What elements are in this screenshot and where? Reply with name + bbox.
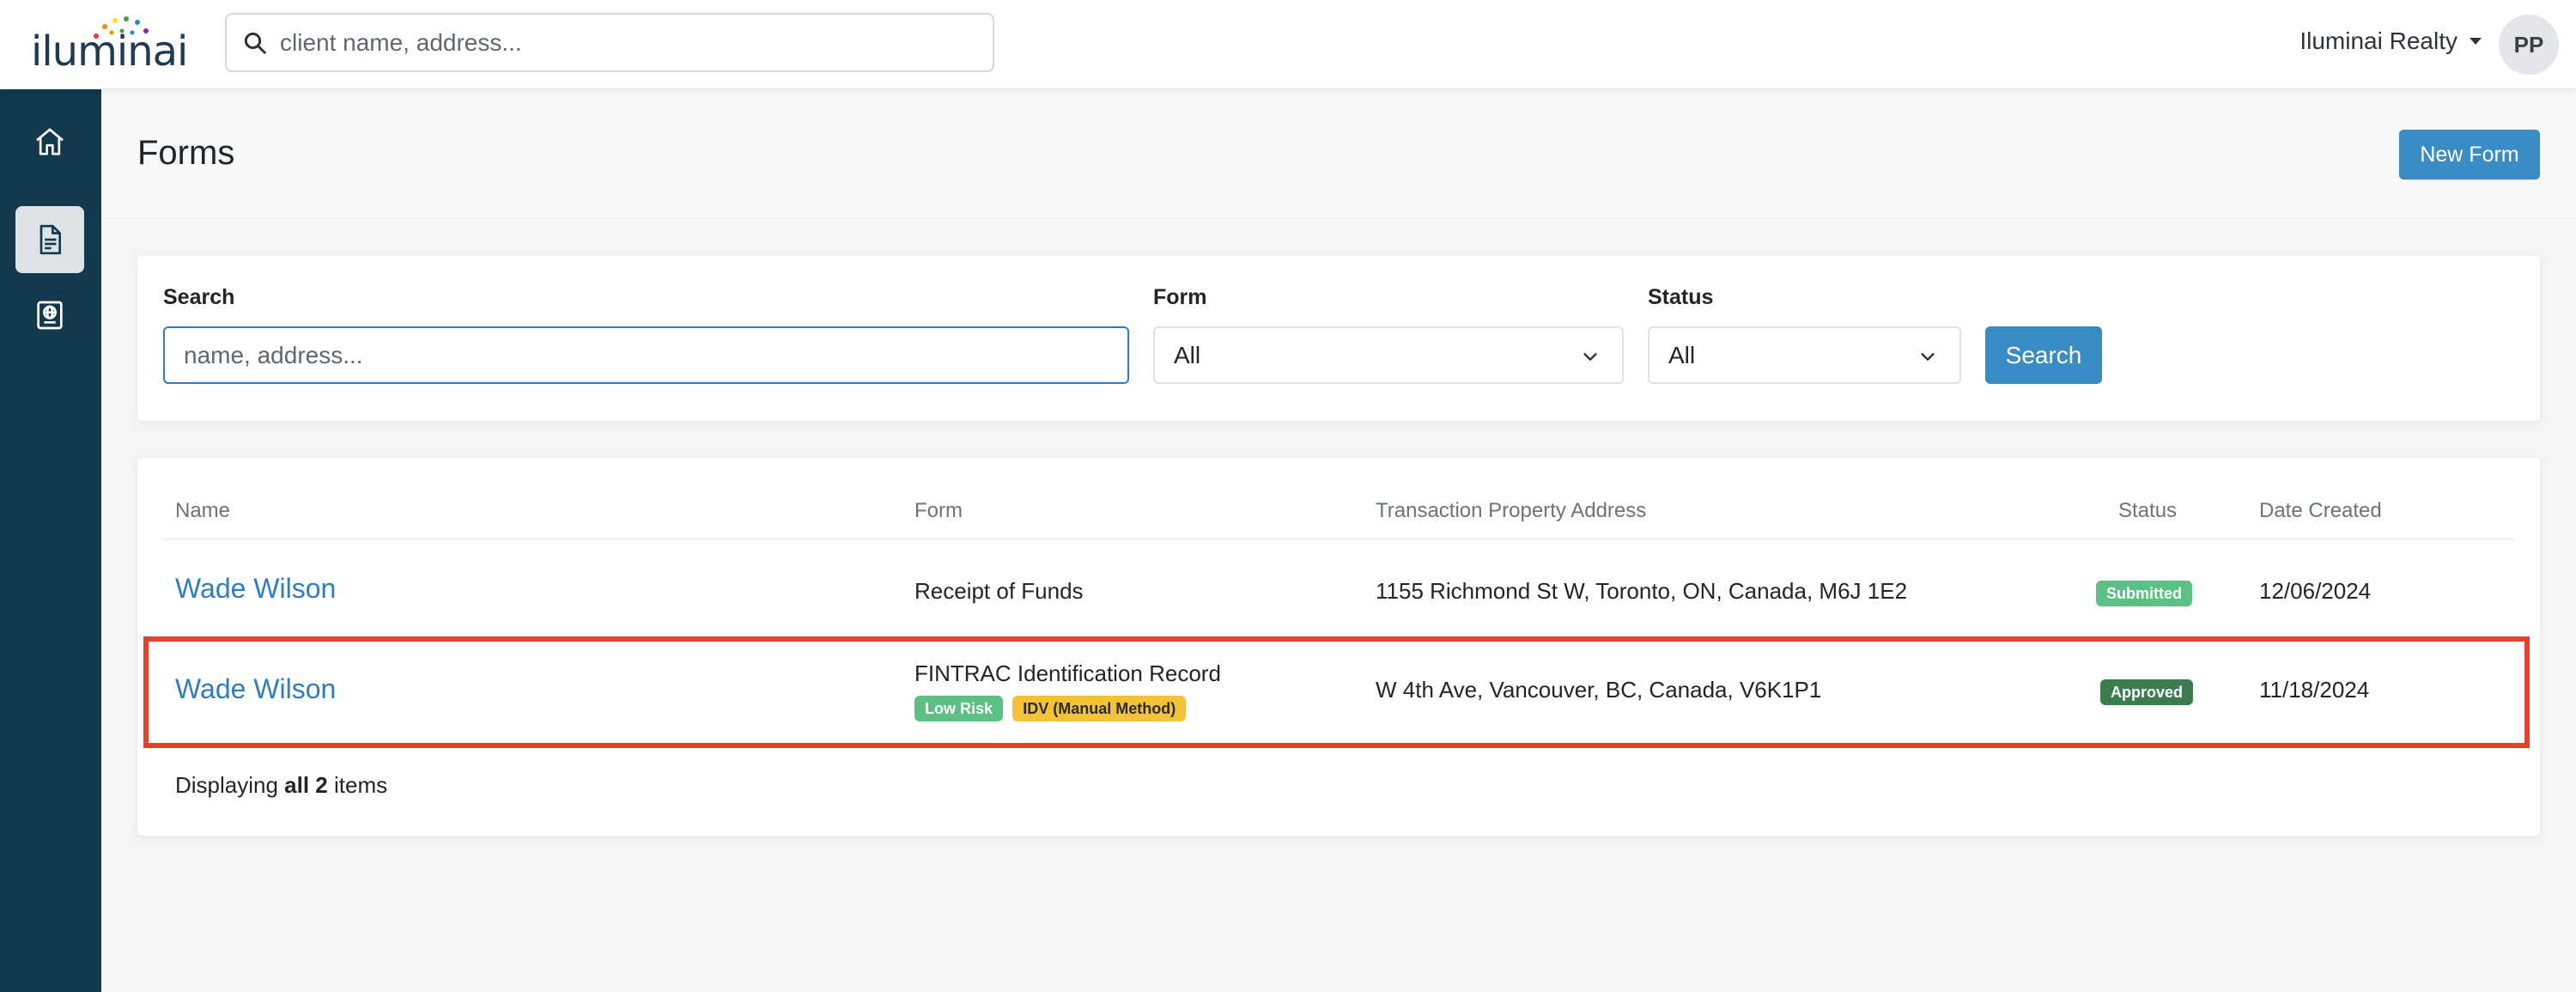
filter-panel: Search Form All Status All Search (137, 256, 2540, 421)
chevron-down-icon (1921, 353, 1935, 361)
property-address: W 4th Ave, Vancouver, BC, Canada, V6K1P1 (1376, 677, 1822, 703)
property-address: 1155 Richmond St W, Toronto, ON, Canada,… (1376, 578, 1908, 604)
summary-count: all 2 (284, 772, 328, 798)
status-select-value: All (1668, 341, 1696, 368)
filter-search-input[interactable] (163, 326, 1129, 384)
idv-badge: IDV (Manual Method) (1012, 696, 1187, 721)
form-select-value: All (1174, 341, 1201, 368)
global-search (225, 13, 994, 72)
logo-text: iluminai (31, 27, 188, 76)
home-icon (36, 128, 64, 155)
status-badge: Submitted (2096, 581, 2192, 606)
client-name-link[interactable]: Wade Wilson (175, 673, 336, 705)
top-bar: iluminai Iluminai Realty PP (0, 0, 2576, 89)
account-name: Iluminai Realty (2300, 27, 2458, 54)
global-search-input[interactable] (280, 28, 984, 57)
status-badge: Approved (2100, 679, 2194, 705)
column-header-name: Name (175, 499, 231, 522)
forms-table: Name Form Transaction Property Address S… (137, 458, 2540, 836)
form-name: Receipt of Funds (914, 578, 1084, 604)
sidebar-item-identity[interactable] (15, 282, 84, 349)
page-header: Forms New Form (101, 89, 2576, 218)
risk-badge: Low Risk (914, 696, 1004, 721)
pagination-summary: Displaying all 2 items (175, 772, 387, 799)
form-name: FINTRAC Identification Record (914, 660, 1221, 686)
search-button[interactable]: Search (1985, 326, 2102, 384)
status-label: Status (1648, 285, 1714, 309)
row-divider (163, 745, 2514, 746)
status-select[interactable]: All (1648, 326, 1961, 384)
client-name-link[interactable]: Wade Wilson (175, 573, 336, 605)
new-form-button[interactable]: New Form (2399, 130, 2540, 180)
form-label: Form (1153, 285, 1207, 309)
column-header-status: Status (2118, 499, 2178, 522)
search-icon (244, 32, 266, 54)
summary-suffix: items (327, 772, 388, 798)
date-created: 12/06/2024 (2259, 578, 2372, 604)
brand-logo[interactable]: iluminai (31, 15, 194, 76)
sidebar-item-forms[interactable] (15, 206, 84, 273)
column-header-date: Date Created (2259, 499, 2382, 522)
date-created: 11/18/2024 (2259, 677, 2370, 703)
chevron-down-icon (1583, 353, 1597, 361)
row-divider (163, 636, 2514, 637)
caret-down-icon (2470, 38, 2482, 45)
search-label: Search (163, 285, 235, 309)
column-header-form: Form (914, 499, 963, 522)
column-header-address: Transaction Property Address (1376, 499, 1647, 522)
sidebar-item-home[interactable] (15, 108, 84, 175)
avatar[interactable]: PP (2499, 15, 2559, 75)
page-title: Forms (137, 134, 235, 172)
document-icon (39, 224, 61, 255)
account-menu[interactable]: Iluminai Realty (2300, 27, 2482, 55)
form-select[interactable]: All (1153, 326, 1624, 384)
summary-prefix: Displaying (175, 772, 285, 798)
globe-id-icon (37, 301, 63, 330)
